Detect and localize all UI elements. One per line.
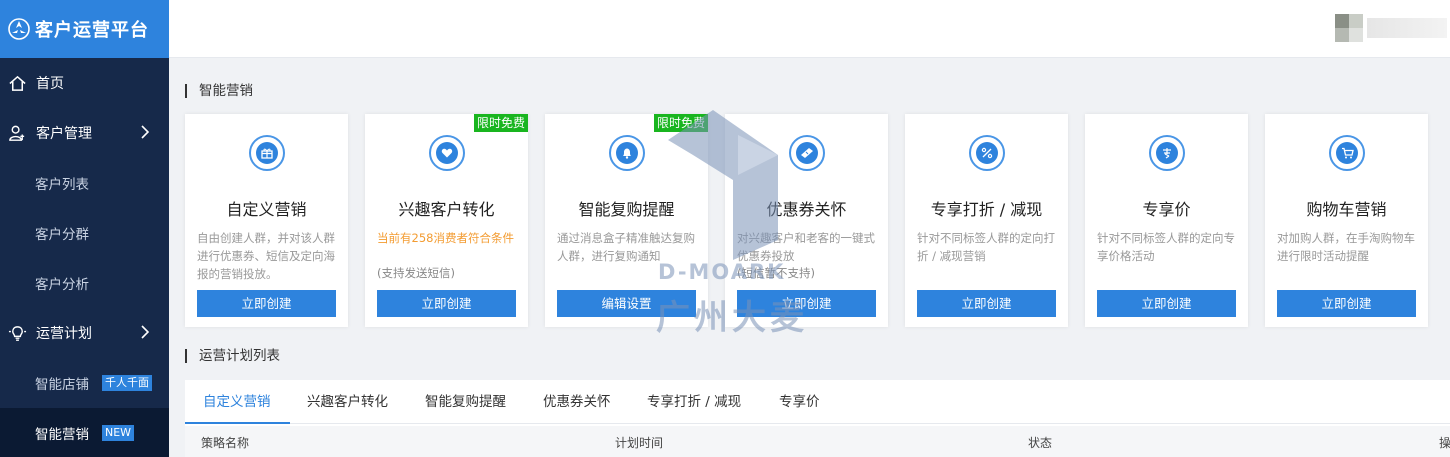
card-title: 兴趣客户转化 (398, 200, 495, 219)
sidebar-item-smart-store[interactable]: 智能店铺 千人千面 (0, 358, 169, 408)
card-coupon-care: 优惠券关怀 对兴趣客户和老客的一键式优惠券投放 (短信暂不支持) 立即创建 (725, 114, 888, 327)
active-tab-indicator (185, 422, 290, 424)
card-note: (短信暂不支持) (737, 266, 815, 280)
sidebar-item-label: 客户管理 (36, 126, 92, 142)
users-icon (9, 125, 25, 141)
card-description: 对兴趣客户和老客的一键式优惠券投放 (737, 231, 875, 263)
card-description: 通过消息盒子精准触达复购人群，进行复购通知 (557, 231, 695, 263)
sidebar-item-label: 客户列表 (35, 177, 89, 193)
plan-list-panel: 自定义营销 兴趣客户转化 智能复购提醒 优惠券关怀 专享打折 / 减现 专享价 … (185, 380, 1450, 457)
sidebar-item-customer-management[interactable]: 客户管理 (0, 108, 169, 158)
user-avatar[interactable] (1335, 14, 1447, 46)
sidebar-item-label: 智能营销 (35, 427, 89, 443)
sidebar: 客户运营平台 首页 客户管理 客户列表 客户分群 客户分析 运营计划 智能店铺 … (0, 0, 169, 457)
card-description: 自由创建人群，并对该人群进行优惠券、短信及定向海报的营销投放。 (197, 231, 335, 281)
card-interest-conversion: 限时免费 兴趣客户转化 当前有258消费者符合条件 (支持发送短信) 立即创建 (365, 114, 528, 327)
sidebar-item-customer-analysis[interactable]: 客户分析 (0, 258, 169, 308)
tab-exclusive-price[interactable]: 专享价 (779, 380, 820, 424)
gift-icon (256, 142, 278, 164)
column-header-strategy-name: 策略名称 (201, 436, 250, 450)
free-tag: 限时免费 (473, 114, 528, 132)
chevron-right-icon (141, 125, 149, 139)
exclusive-icon (1156, 142, 1178, 164)
top-header (169, 0, 1450, 58)
home-icon (9, 75, 26, 91)
brand-logo-icon (8, 18, 30, 40)
card-description: 针对不同标签人群的定向打折 / 减现营销 (917, 231, 1055, 263)
column-header-status: 状态 (1028, 436, 1053, 450)
sidebar-item-label: 运营计划 (36, 326, 92, 342)
card-description: 对加购人群，在手淘购物车进行限时活动提醒 (1277, 231, 1415, 263)
sidebar-item-label: 客户分群 (35, 227, 89, 243)
badge-personalized: 千人千面 (102, 375, 152, 391)
sidebar-item-smart-marketing[interactable]: 智能营销 NEW (0, 408, 169, 457)
sidebar-item-label: 首页 (36, 76, 64, 92)
plan-tabs: 自定义营销 兴趣客户转化 智能复购提醒 优惠券关怀 专享打折 / 减现 专享价 (185, 380, 1450, 424)
brand-title: 客户运营平台 (35, 20, 149, 41)
sidebar-item-label: 智能店铺 (35, 377, 89, 393)
lightbulb-icon (8, 325, 27, 341)
column-header-plan-time: 计划时间 (615, 436, 664, 450)
sidebar-item-home[interactable]: 首页 (0, 58, 169, 108)
column-header-actions: 操 (1439, 436, 1450, 450)
create-button[interactable]: 立即创建 (377, 290, 516, 317)
card-title: 专享打折 / 减现 (930, 200, 1043, 219)
section-title-smart-marketing: 智能营销 (185, 84, 253, 98)
card-title: 专享价 (1142, 200, 1191, 219)
card-exclusive-discount: 专享打折 / 减现 针对不同标签人群的定向打折 / 减现营销 立即创建 (905, 114, 1068, 327)
chevron-right-icon (141, 325, 149, 339)
badge-new: NEW (102, 425, 135, 441)
brand-header[interactable]: 客户运营平台 (0, 0, 169, 58)
tab-repurchase-reminder[interactable]: 智能复购提醒 (425, 380, 506, 424)
tab-exclusive-discount[interactable]: 专享打折 / 减现 (647, 380, 741, 424)
table-header: 策略名称 计划时间 状态 操 (185, 426, 1450, 457)
create-button[interactable]: 立即创建 (737, 290, 876, 317)
card-title: 智能复购提醒 (578, 200, 675, 219)
tab-interest-conversion[interactable]: 兴趣客户转化 (307, 380, 388, 424)
card-description: 当前有258消费者符合条件 (377, 231, 514, 245)
heart-icon (436, 142, 458, 164)
bell-icon (616, 142, 638, 164)
card-repurchase-reminder: 限时免费 智能复购提醒 通过消息盒子精准触达复购人群，进行复购通知 编辑设置 (545, 114, 708, 327)
sidebar-item-label: 客户分析 (35, 277, 89, 293)
cart-icon (1336, 142, 1358, 164)
edit-settings-button[interactable]: 编辑设置 (557, 290, 696, 317)
card-cart-marketing: 购物车营销 对加购人群，在手淘购物车进行限时活动提醒 立即创建 (1265, 114, 1428, 327)
card-title: 优惠券关怀 (766, 200, 847, 219)
create-button[interactable]: 立即创建 (1277, 290, 1416, 317)
ticket-icon (796, 142, 818, 164)
create-button[interactable]: 立即创建 (197, 290, 336, 317)
create-button[interactable]: 立即创建 (917, 290, 1056, 317)
tab-coupon-care[interactable]: 优惠券关怀 (543, 380, 611, 424)
card-title: 购物车营销 (1306, 200, 1387, 219)
free-tag: 限时免费 (653, 114, 708, 132)
create-button[interactable]: 立即创建 (1097, 290, 1236, 317)
section-title-plan-list: 运营计划列表 (185, 349, 280, 363)
sidebar-item-operation-plan[interactable]: 运营计划 (0, 308, 169, 358)
sidebar-item-customer-groups[interactable]: 客户分群 (0, 208, 169, 258)
card-note: (支持发送短信) (377, 266, 455, 280)
card-exclusive-price: 专享价 针对不同标签人群的定向专享价格活动 立即创建 (1085, 114, 1248, 327)
card-title: 自定义营销 (226, 200, 307, 219)
tab-custom-marketing[interactable]: 自定义营销 (203, 380, 271, 424)
percent-icon (976, 142, 998, 164)
card-description: 针对不同标签人群的定向专享价格活动 (1097, 231, 1235, 263)
card-custom-marketing: 自定义营销 自由创建人群，并对该人群进行优惠券、短信及定向海报的营销投放。 立即… (185, 114, 348, 327)
sidebar-item-customer-list[interactable]: 客户列表 (0, 158, 169, 208)
